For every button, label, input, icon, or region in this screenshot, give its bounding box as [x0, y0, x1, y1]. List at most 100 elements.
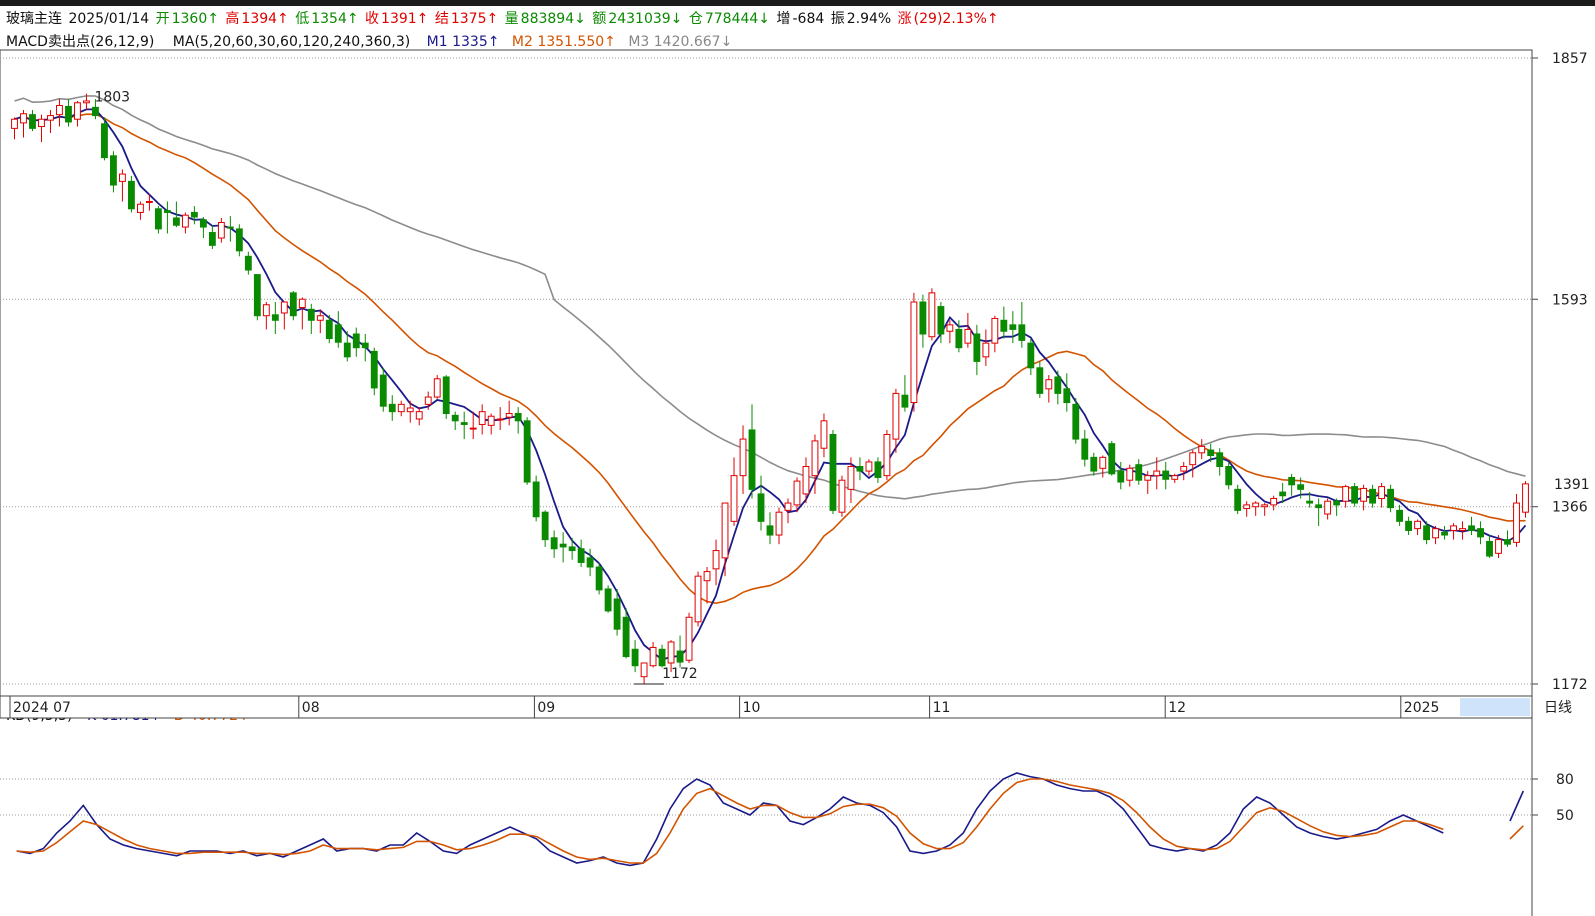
candle-body [793, 480, 801, 506]
candle-body [181, 214, 189, 228]
candle-body [955, 328, 963, 349]
candle-body [361, 342, 369, 349]
candle-body [424, 396, 432, 405]
candle-body [685, 616, 693, 661]
price-chart-canvas[interactable]: 1857 1593 1366 1172 1803 1172 1391 2024 07 08 09 1… [0, 0, 1595, 916]
candle-body [712, 550, 720, 570]
candle-body [1378, 486, 1386, 499]
candle-body [325, 319, 333, 340]
candle-body [1477, 528, 1484, 538]
candle-body [856, 465, 864, 472]
candle-body [1342, 486, 1350, 502]
candle-body [928, 292, 936, 338]
candle-body [1423, 525, 1430, 541]
candle-body [1396, 509, 1404, 522]
candle-body [316, 315, 324, 321]
candle-body [1333, 500, 1341, 506]
candle-body [649, 646, 657, 667]
candle-body [1036, 367, 1044, 394]
candle-body [1486, 540, 1493, 557]
candle-body [1171, 475, 1179, 480]
candle-body [505, 412, 513, 418]
candle-body [1387, 488, 1395, 509]
candle-body [964, 328, 972, 344]
candle-body [352, 333, 360, 349]
candle-body [226, 226, 234, 229]
current-range-highlight [1460, 698, 1530, 716]
candle-body [119, 173, 126, 182]
candle-body [110, 155, 117, 186]
candle-body [1297, 484, 1305, 490]
candle-body [595, 566, 603, 591]
candle-body [262, 304, 270, 317]
candle-body [622, 616, 630, 658]
candle-body [1369, 488, 1377, 504]
candle-body [1054, 376, 1062, 394]
m3-line [14, 95, 1526, 500]
candle-body [577, 548, 585, 563]
candle-body [748, 429, 756, 490]
candle-body [65, 105, 72, 123]
price-tick-label: 1593 [1552, 292, 1588, 308]
candle-body [1261, 504, 1269, 508]
candle-body [703, 571, 711, 582]
candle-body [406, 407, 414, 413]
candle-body [523, 420, 531, 483]
candle-body [604, 588, 612, 612]
candle-body [20, 113, 27, 124]
candle-body [550, 537, 558, 550]
candle-body [280, 301, 288, 314]
date-tick-label: 10 [743, 700, 761, 716]
candle-body [172, 217, 180, 226]
candle-body [1045, 379, 1053, 390]
candle-body [1288, 476, 1296, 486]
candle-body [586, 557, 594, 568]
candle-body [1108, 443, 1116, 475]
candle-body [1153, 470, 1161, 477]
candle-body [829, 434, 837, 511]
candle-body [1189, 452, 1197, 466]
candle-body [973, 333, 981, 362]
candle-body [1198, 445, 1206, 454]
candle-body [244, 255, 252, 271]
candle-body [883, 434, 891, 477]
candle-body [388, 403, 396, 413]
candle-body [1270, 497, 1278, 506]
candle-body [1126, 467, 1134, 481]
candle-body [559, 543, 567, 548]
candle-body [163, 210, 171, 213]
candle-body [29, 114, 36, 129]
candle-body [784, 502, 792, 511]
candle-body [730, 475, 738, 522]
candle-body [1405, 520, 1413, 531]
date-tick-label: 2025 [1404, 700, 1440, 716]
candle-body [532, 481, 540, 518]
candle-body [946, 324, 954, 332]
candle-body [298, 298, 306, 308]
candle-body [1072, 403, 1080, 440]
m1-line [14, 108, 1527, 661]
candle-body [1459, 528, 1466, 531]
candle-body [1117, 470, 1125, 483]
candle-body [811, 440, 819, 477]
candle-body [451, 414, 459, 422]
candle-body [739, 438, 747, 477]
candle-body [1441, 531, 1448, 536]
candle-body [154, 208, 162, 230]
candle-body [676, 650, 684, 663]
candle-body [469, 427, 477, 430]
candle-body [802, 465, 810, 495]
date-tick-label: 2024 07 [13, 700, 71, 716]
candle-body [1018, 324, 1026, 341]
candle-body [74, 102, 81, 120]
candle-body [1135, 464, 1143, 481]
date-tick-label: 12 [1168, 700, 1186, 716]
candle-body [1027, 342, 1035, 369]
candle-body [910, 301, 918, 404]
candle-body [199, 219, 207, 228]
candle-body [1216, 452, 1224, 467]
candle-body [1414, 520, 1421, 530]
min-price-label: 1172 [662, 666, 698, 682]
candle-body [1468, 525, 1475, 531]
date-tick-label: 11 [933, 700, 951, 716]
